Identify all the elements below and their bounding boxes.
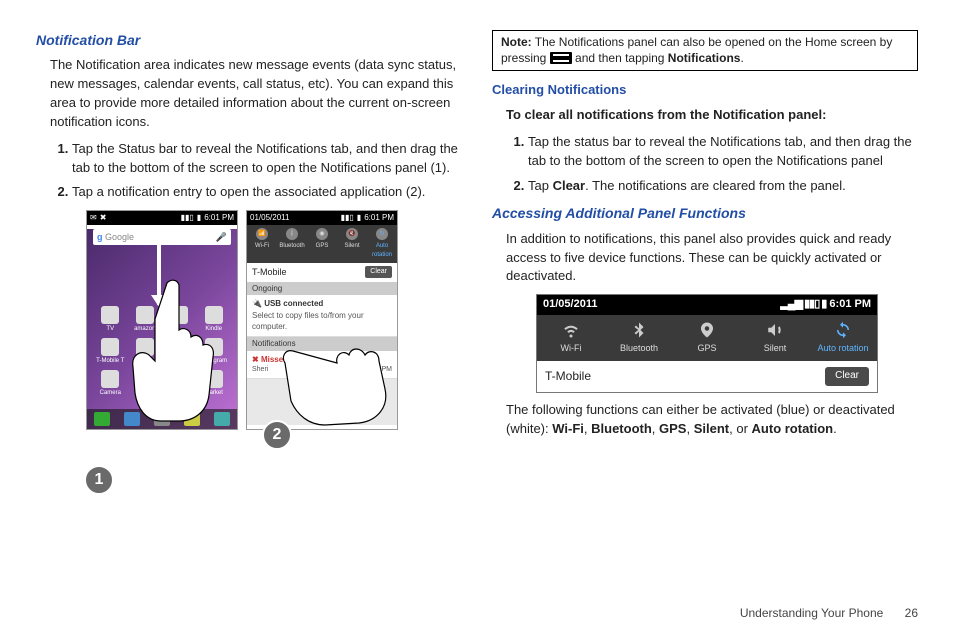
- clear-step-2c: . The notifications are cleared from the…: [585, 178, 846, 193]
- heading-notification-bar: Notification Bar: [36, 30, 462, 50]
- section-notifications: Notifications: [247, 337, 397, 351]
- clear-intro: To clear all notifications from the Noti…: [506, 106, 918, 125]
- auto-rotation-icon: ↻: [376, 228, 388, 240]
- panel-date: 01/05/2011: [543, 297, 597, 313]
- phone-icon: [94, 412, 110, 426]
- clear-step-1: Tap the status bar to reveal the Notific…: [528, 133, 918, 171]
- para-accessing-functions: In addition to notifications, this panel…: [506, 230, 918, 287]
- note-text-2: and then tapping: [575, 51, 668, 65]
- status-time: 6:01 PM: [364, 212, 394, 224]
- gps-icon: ◉: [316, 228, 328, 240]
- signal-icon: ▮▮▯: [181, 212, 194, 224]
- left-step-2-text: Tap a notification entry to open the ass…: [72, 184, 425, 199]
- clear-step-2a: Tap: [528, 178, 553, 193]
- notification-usb: 🔌 USB connected Select to copy files to/…: [247, 295, 397, 337]
- bluetooth-icon: ᛒ: [286, 228, 298, 240]
- left-step-1: Tap the Status bar to reveal the Notific…: [72, 140, 462, 178]
- status-date: 01/05/2011: [250, 212, 289, 224]
- figure-quick-panel: 01/05/2011 ▂▄▆ ▮▮▯ ▮ 6:01 PM Wi-Fi Bluet…: [536, 294, 878, 392]
- note-notifications-word: Notifications: [668, 51, 741, 65]
- heading-accessing-functions: Accessing Additional Panel Functions: [492, 203, 918, 223]
- browser-icon: [214, 412, 230, 426]
- mail-icon: ✉: [90, 212, 97, 224]
- closing-para: The following functions can either be ac…: [506, 401, 918, 439]
- footer-section: Understanding Your Phone: [740, 606, 883, 620]
- callout-badge-1: 1: [84, 465, 114, 495]
- phone-b-status-bar: 01/05/2011 ▮▮▯ ▮ 6:01 PM: [247, 211, 397, 225]
- signal-icon: ▮▮▯: [341, 212, 354, 224]
- contacts-icon: [124, 412, 140, 426]
- note-box: Note: The Notifications panel can also b…: [492, 30, 918, 71]
- left-step-1-text: Tap the Status bar to reveal the Notific…: [72, 141, 458, 175]
- wifi-icon: 📶: [256, 228, 268, 240]
- apps-icon: [154, 412, 170, 426]
- note-label: Note:: [501, 35, 532, 49]
- home-dock: [87, 409, 237, 429]
- footer-page-number: 26: [905, 606, 918, 620]
- battery-icon: ▮: [357, 212, 361, 224]
- menu-key-icon: [550, 52, 572, 64]
- gps-icon: [698, 321, 716, 339]
- left-step-2: Tap a notification entry to open the ass…: [72, 183, 462, 202]
- clear-step-1-text: Tap the status bar to reveal the Notific…: [528, 134, 912, 168]
- bluetooth-icon: [630, 321, 648, 339]
- drag-arrow-icon: [157, 229, 161, 305]
- figure-notification-panel: ✉ ✖ ▮▮▯ ▮ 6:01 PM g Google 🎤 TV: [86, 210, 462, 430]
- panel-clear-button: Clear: [825, 367, 869, 386]
- phone-a-status-bar: ✉ ✖ ▮▮▯ ▮ 6:01 PM: [87, 211, 237, 225]
- panel-time: 6:01 PM: [829, 298, 871, 310]
- page-footer: Understanding Your Phone 26: [0, 600, 954, 620]
- home-app-grid: TV amazon Kindle T-Mobile T Instagram Ca…: [87, 302, 237, 401]
- mic-icon: 🎤: [216, 231, 227, 244]
- quick-toggles: 📶Wi-Fi ᛒBluetooth ◉GPS 🔇Silent ↻Auto rot…: [247, 225, 397, 262]
- wifi-icon: [562, 321, 580, 339]
- clear-button: Clear: [365, 266, 392, 278]
- quick-toggles-large: Wi-Fi Bluetooth GPS Silent Auto rotation: [537, 315, 877, 361]
- notification-missed-call: ✖ Missed call Sheri3:06 PM: [247, 351, 397, 380]
- x-icon: ✖: [100, 212, 107, 224]
- heading-clearing-notifications: Clearing Notifications: [492, 81, 918, 100]
- clear-step-2b: Clear: [553, 178, 586, 193]
- note-end: .: [740, 51, 743, 65]
- silent-icon: [766, 321, 784, 339]
- auto-rotation-icon: [834, 321, 852, 339]
- search-placeholder: Google: [105, 232, 134, 242]
- battery-icon: ▮: [197, 212, 201, 224]
- status-time: 6:01 PM: [204, 212, 234, 224]
- callout-badge-2: 2: [262, 420, 292, 450]
- silent-icon: 🔇: [346, 228, 358, 240]
- section-ongoing: Ongoing: [247, 282, 397, 296]
- para-notification-bar: The Notification area indicates new mess…: [50, 56, 462, 131]
- messaging-icon: [184, 412, 200, 426]
- signal-icon: ▂▄▆ ▮▮▯ ▮: [780, 298, 826, 310]
- panel-carrier: T-Mobile: [545, 368, 591, 385]
- carrier-label: T-Mobile: [252, 266, 287, 279]
- clear-step-2: Tap Clear. The notifications are cleared…: [528, 177, 918, 196]
